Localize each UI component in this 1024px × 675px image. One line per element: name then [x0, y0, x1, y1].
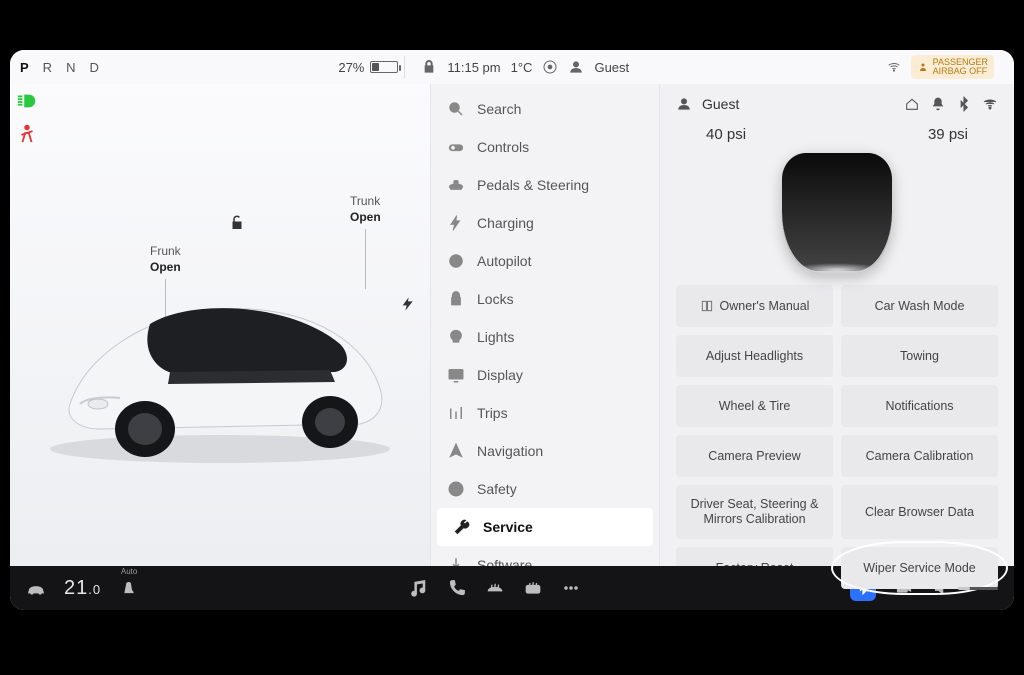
- nav-trips-label: Trips: [477, 405, 508, 421]
- seat-auto-label: Auto: [121, 567, 137, 576]
- vehicle-top-view[interactable]: [782, 153, 892, 273]
- nav-safety[interactable]: Safety: [431, 470, 659, 508]
- defrost-rear-icon[interactable]: [523, 578, 543, 598]
- battery-icon: [370, 61, 398, 73]
- nav-navigation[interactable]: Navigation: [431, 432, 659, 470]
- nav-pedals-label: Pedals & Steering: [477, 177, 589, 193]
- homelink-icon[interactable]: [904, 96, 920, 112]
- clock[interactable]: 11:15 pm: [447, 60, 500, 75]
- btn-seat-calibration[interactable]: Driver Seat, Steering & Mirrors Calibrat…: [676, 485, 833, 539]
- btn-car-wash[interactable]: Car Wash Mode: [841, 285, 998, 327]
- profile-name[interactable]: Guest: [594, 60, 629, 75]
- profile-icon[interactable]: [568, 59, 584, 75]
- settings-nav: Search Controls Pedals & Steering Chargi…: [430, 84, 660, 566]
- trunk-label-group[interactable]: Trunk Open: [350, 194, 381, 225]
- headlight-icon: [16, 90, 38, 112]
- seat-heater-driver[interactable]: Auto: [119, 576, 139, 601]
- defrost-front-icon[interactable]: [485, 578, 505, 598]
- nav-software[interactable]: Software: [431, 546, 659, 566]
- lock-icon[interactable]: [421, 59, 437, 75]
- btn-owners-manual[interactable]: Owner's Manual: [676, 285, 833, 327]
- btn-camera-calibration[interactable]: Camera Calibration: [841, 435, 998, 477]
- wifi-icon[interactable]: [887, 60, 901, 74]
- nav-autopilot-label: Autopilot: [477, 253, 531, 269]
- sentry-icon[interactable]: [542, 59, 558, 75]
- nav-charging-label: Charging: [477, 215, 534, 231]
- temp-whole: 21: [64, 577, 88, 600]
- nav-display-label: Display: [477, 367, 523, 383]
- nav-safety-label: Safety: [477, 481, 517, 497]
- nav-display[interactable]: Display: [431, 356, 659, 394]
- vehicle-panel: Frunk Open Trunk Open: [10, 84, 430, 566]
- nav-lights[interactable]: Lights: [431, 318, 659, 356]
- vehicle-unlock-icon[interactable]: [228, 214, 246, 232]
- nav-navigation-label: Navigation: [477, 443, 543, 459]
- profile-icon[interactable]: [676, 96, 692, 112]
- btn-clear-browser[interactable]: Clear Browser Data: [841, 485, 998, 539]
- tire-pressure-row: 40 psi 39 psi: [676, 120, 998, 153]
- nav-locks[interactable]: Locks: [431, 280, 659, 318]
- music-icon[interactable]: [409, 578, 429, 598]
- gear-p: P: [20, 60, 31, 75]
- nav-service[interactable]: Service: [437, 508, 653, 546]
- trunk-state: Open: [350, 210, 381, 226]
- btn-wiper-service[interactable]: Wiper Service Mode: [841, 547, 998, 589]
- wifi-icon[interactable]: [982, 96, 998, 112]
- gear-n: N: [66, 60, 77, 75]
- touchscreen: P R N D 27% 11:15 pm 1°C Guest PASSENGER: [10, 50, 1014, 610]
- notifications-icon[interactable]: [930, 96, 946, 112]
- trunk-label: Trunk: [350, 194, 381, 210]
- status-bar: P R N D 27% 11:15 pm 1°C Guest PASSENGER: [10, 50, 1014, 84]
- telltales: [16, 90, 38, 144]
- nav-trips[interactable]: Trips: [431, 394, 659, 432]
- nav-search[interactable]: Search: [431, 90, 659, 128]
- bluetooth-icon[interactable]: [956, 96, 972, 112]
- battery-status[interactable]: 27%: [338, 60, 398, 75]
- nav-lights-label: Lights: [477, 329, 514, 345]
- btn-adjust-headlights[interactable]: Adjust Headlights: [676, 335, 833, 377]
- btn-camera-preview[interactable]: Camera Preview: [676, 435, 833, 477]
- temp-dec: .0: [88, 582, 101, 597]
- outside-temp[interactable]: 1°C: [511, 60, 533, 75]
- btn-towing[interactable]: Towing: [841, 335, 998, 377]
- nav-search-label: Search: [477, 101, 521, 117]
- nav-autopilot[interactable]: Autopilot: [431, 242, 659, 280]
- nav-pedals[interactable]: Pedals & Steering: [431, 166, 659, 204]
- panel-header: Guest: [676, 92, 998, 120]
- nav-locks-label: Locks: [477, 291, 514, 307]
- gear-indicator: P R N D: [20, 60, 101, 75]
- nav-controls-label: Controls: [477, 139, 529, 155]
- battery-percent: 27%: [338, 60, 364, 75]
- nav-service-label: Service: [483, 519, 533, 535]
- nav-software-label: Software: [477, 557, 532, 566]
- volume-slider[interactable]: [958, 587, 998, 590]
- psi-right: 39 psi: [928, 126, 968, 143]
- nav-charging[interactable]: Charging: [431, 204, 659, 242]
- nav-controls[interactable]: Controls: [431, 128, 659, 166]
- gear-d: D: [89, 60, 100, 75]
- psi-left: 40 psi: [706, 126, 746, 143]
- btn-notifications[interactable]: Notifications: [841, 385, 998, 427]
- gear-r: R: [43, 60, 54, 75]
- btn-wheel-tire[interactable]: Wheel & Tire: [676, 385, 833, 427]
- airbag-warning: PASSENGER AIRBAG OFF: [911, 55, 994, 79]
- climate-temp[interactable]: 21 .0: [64, 577, 101, 600]
- more-icon[interactable]: [561, 578, 581, 598]
- car-controls-icon[interactable]: [26, 578, 46, 598]
- seatbelt-icon: [16, 122, 38, 144]
- service-button-grid: Owner's Manual Car Wash Mode Adjust Head…: [676, 285, 998, 589]
- airbag-line2: AIRBAG OFF: [933, 67, 988, 76]
- vehicle-render[interactable]: [30, 254, 410, 474]
- service-panel: Guest 40 psi 39 psi Owner's Manual: [660, 84, 1014, 566]
- panel-profile-name[interactable]: Guest: [702, 96, 739, 112]
- phone-icon[interactable]: [447, 578, 467, 598]
